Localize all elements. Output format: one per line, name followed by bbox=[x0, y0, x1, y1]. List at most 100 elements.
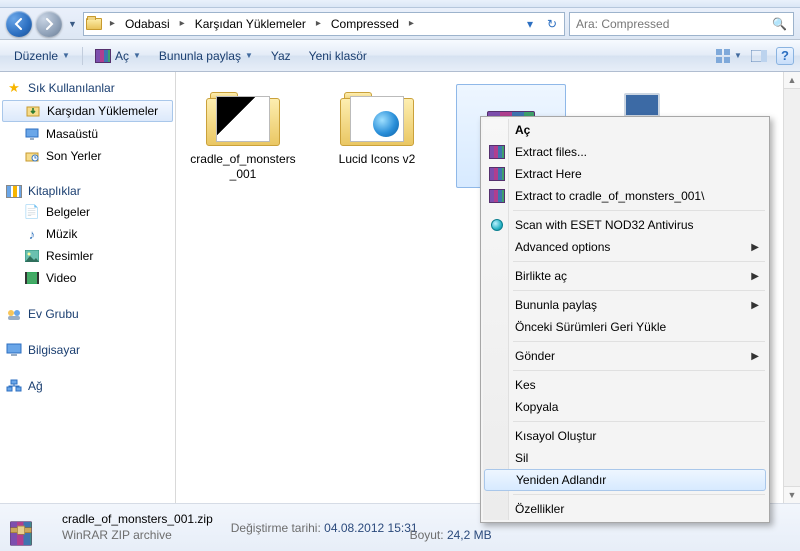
context-menu-item[interactable]: Kes bbox=[483, 374, 767, 396]
chevron-right-icon[interactable]: ▸ bbox=[314, 18, 323, 29]
sidebar-label: Kitaplıklar bbox=[28, 184, 81, 198]
context-menu-label: Aç bbox=[515, 123, 530, 137]
context-menu-item[interactable]: Aç bbox=[483, 119, 767, 141]
nav-back-button[interactable] bbox=[6, 11, 32, 37]
rar-icon bbox=[488, 165, 506, 183]
view-options-button[interactable]: ▼ bbox=[716, 45, 742, 67]
sidebar-item-recent[interactable]: Son Yerler bbox=[0, 146, 175, 166]
context-menu-item[interactable]: Extract to cradle_of_monsters_001\ bbox=[483, 185, 767, 207]
nav-history-dropdown[interactable]: ▼ bbox=[66, 19, 79, 29]
download-icon bbox=[25, 103, 41, 119]
navigation-row: ▼ ▸ Odabasi ▸ Karşıdan Yüklemeler ▸ Comp… bbox=[0, 8, 800, 40]
new-folder-button[interactable]: Yeni klasör bbox=[301, 45, 375, 67]
toolbar-label: Yaz bbox=[271, 49, 291, 63]
sidebar-favorites-header[interactable]: ★ Sık Kullanılanlar bbox=[0, 78, 175, 98]
refresh-icon[interactable]: ↻ bbox=[542, 14, 562, 34]
eset-icon bbox=[488, 216, 506, 234]
search-placeholder: Ara: Compressed bbox=[576, 17, 669, 31]
details-modified-value: 04.08.2012 15:31 bbox=[324, 521, 417, 535]
submenu-arrow-icon: ▶ bbox=[751, 351, 759, 362]
desktop-icon bbox=[24, 126, 40, 142]
context-menu-item[interactable]: Yeniden Adlandır bbox=[484, 469, 766, 491]
toolbar-label: Aç bbox=[115, 49, 129, 63]
sidebar-label: Karşıdan Yüklemeler bbox=[47, 104, 158, 118]
context-menu-label: Kısayol Oluştur bbox=[515, 429, 596, 443]
pictures-icon bbox=[24, 248, 40, 264]
burn-button[interactable]: Yaz bbox=[263, 45, 299, 67]
rar-archive-icon bbox=[10, 510, 32, 545]
address-bar[interactable]: ▸ Odabasi ▸ Karşıdan Yüklemeler ▸ Compre… bbox=[83, 12, 565, 36]
sidebar-network[interactable]: Ağ bbox=[0, 376, 175, 396]
context-menu-item[interactable]: Özellikler bbox=[483, 498, 767, 520]
context-menu-item[interactable]: Birlikte aç▶ bbox=[483, 265, 767, 287]
nav-forward-button[interactable] bbox=[36, 11, 62, 37]
folder-item[interactable]: cradle_of_monsters_001 bbox=[188, 84, 298, 188]
context-menu-label: Gönder bbox=[515, 349, 555, 363]
music-icon: ♪ bbox=[24, 226, 40, 242]
context-menu-label: Kes bbox=[515, 378, 536, 392]
sidebar-item-pictures[interactable]: Resimler bbox=[0, 246, 175, 266]
sidebar-label: Belgeler bbox=[46, 205, 90, 219]
context-menu-item[interactable]: Bununla paylaş▶ bbox=[483, 294, 767, 316]
context-menu-item[interactable]: Advanced options▶ bbox=[483, 236, 767, 258]
folder-icon bbox=[86, 18, 102, 30]
open-menu[interactable]: Aç▼ bbox=[87, 45, 149, 67]
preview-pane-button[interactable] bbox=[746, 45, 772, 67]
sidebar-libraries-header[interactable]: Kitaplıklar bbox=[0, 182, 175, 200]
toolbar-label: Bununla paylaş bbox=[159, 49, 241, 63]
sidebar-item-video[interactable]: Video bbox=[0, 268, 175, 288]
sidebar-homegroup[interactable]: Ev Grubu bbox=[0, 304, 175, 324]
sidebar-computer[interactable]: Bilgisayar bbox=[0, 340, 175, 360]
submenu-arrow-icon: ▶ bbox=[751, 242, 759, 253]
context-menu-label: Extract to cradle_of_monsters_001\ bbox=[515, 189, 704, 203]
libraries-icon bbox=[6, 185, 22, 198]
context-menu-item[interactable]: Extract Here bbox=[483, 163, 767, 185]
context-menu-item[interactable]: Extract files... bbox=[483, 141, 767, 163]
sidebar-item-desktop[interactable]: Masaüstü bbox=[0, 124, 175, 144]
details-filename: cradle_of_monsters_001.zip bbox=[62, 512, 213, 528]
toolbar-label: Yeni klasör bbox=[309, 49, 367, 63]
context-menu-label: Bununla paylaş bbox=[515, 298, 597, 312]
search-icon: 🔍 bbox=[772, 17, 787, 31]
homegroup-icon bbox=[6, 306, 22, 322]
context-menu-separator bbox=[513, 370, 765, 371]
context-menu-label: Yeniden Adlandır bbox=[516, 473, 606, 487]
video-icon bbox=[24, 270, 40, 286]
chevron-right-icon[interactable]: ▸ bbox=[108, 18, 117, 29]
chevron-right-icon[interactable]: ▸ bbox=[178, 18, 187, 29]
context-menu-item[interactable]: Scan with ESET NOD32 Antivirus bbox=[483, 214, 767, 236]
chevron-down-icon[interactable]: ▾ bbox=[520, 14, 540, 34]
context-menu-item[interactable]: Sil bbox=[483, 447, 767, 469]
star-icon: ★ bbox=[6, 80, 22, 96]
sidebar-label: Müzik bbox=[46, 227, 77, 241]
context-menu-item[interactable]: Kopyala bbox=[483, 396, 767, 418]
folder-item[interactable]: Lucid Icons v2 bbox=[322, 84, 432, 188]
help-button[interactable]: ? bbox=[776, 47, 794, 65]
sidebar-item-music[interactable]: ♪ Müzik bbox=[0, 224, 175, 244]
sidebar-item-downloads[interactable]: Karşıdan Yüklemeler bbox=[2, 100, 173, 122]
context-menu-item[interactable]: Gönder ▶ bbox=[483, 345, 767, 367]
details-size-label: Boyut: bbox=[410, 528, 444, 542]
context-menu-separator bbox=[513, 210, 765, 211]
share-menu[interactable]: Bununla paylaş▼ bbox=[151, 45, 261, 67]
context-menu-item[interactable]: Önceki Sürümleri Geri Yükle bbox=[483, 316, 767, 338]
context-menu-label: Kopyala bbox=[515, 400, 558, 414]
breadcrumb-segment[interactable]: Compressed bbox=[325, 13, 405, 35]
context-menu-label: Extract Here bbox=[515, 167, 582, 181]
scroll-up-arrow[interactable]: ▲ bbox=[784, 72, 800, 89]
organize-menu[interactable]: Düzenle▼ bbox=[6, 45, 78, 67]
details-size-value: 24,2 MB bbox=[447, 528, 492, 542]
toolbar: Düzenle▼ Aç▼ Bununla paylaş▼ Yaz Yeni kl… bbox=[0, 40, 800, 72]
chevron-right-icon[interactable]: ▸ bbox=[407, 18, 416, 29]
rar-icon bbox=[95, 49, 111, 63]
sidebar-item-documents[interactable]: 📄 Belgeler bbox=[0, 202, 175, 222]
context-menu-item[interactable]: Kısayol Oluştur bbox=[483, 425, 767, 447]
context-menu-label: Scan with ESET NOD32 Antivirus bbox=[515, 218, 694, 232]
breadcrumb-segment[interactable]: Odabasi bbox=[119, 13, 176, 35]
vertical-scrollbar[interactable]: ▲ ▼ bbox=[783, 72, 800, 503]
scroll-down-arrow[interactable]: ▼ bbox=[784, 486, 800, 503]
search-input[interactable]: Ara: Compressed 🔍 bbox=[569, 12, 794, 36]
breadcrumb-segment[interactable]: Karşıdan Yüklemeler bbox=[189, 13, 312, 35]
toolbar-label: Düzenle bbox=[14, 49, 58, 63]
sidebar-label: Masaüstü bbox=[46, 127, 98, 141]
